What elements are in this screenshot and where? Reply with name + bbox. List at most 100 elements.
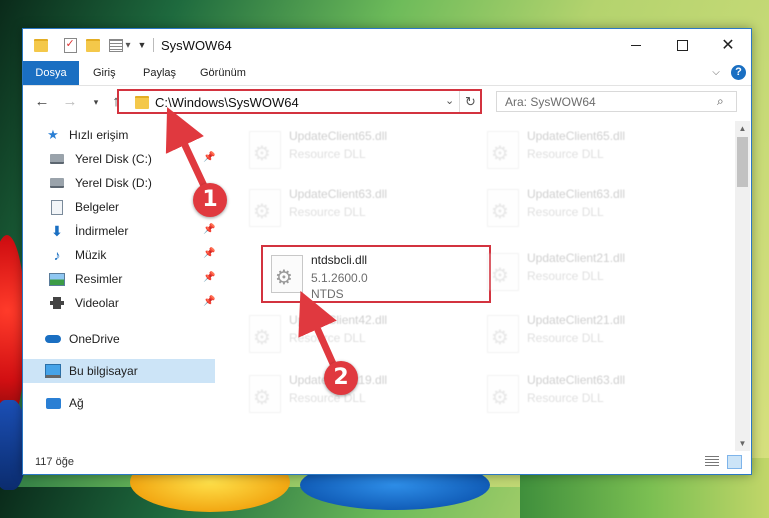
scrollbar-thumb[interactable]	[737, 137, 748, 187]
status-bar: 117 öğe	[23, 451, 751, 473]
file-type: Resource DLL	[527, 147, 604, 161]
file-type: Resource DLL	[289, 391, 366, 405]
file-list: ⚙ UpdateClient65.dll Resource DLL ⚙ Upda…	[231, 121, 736, 451]
tab-home[interactable]: Giriş	[93, 61, 116, 85]
back-arrow-icon[interactable]: ←	[33, 93, 51, 111]
disk-icon	[49, 152, 65, 166]
sidebar-item-downloads[interactable]: ⬇ İndirmeler 📌	[23, 219, 215, 243]
search-icon[interactable]: ⌕	[717, 94, 724, 109]
dll-file-icon: ⚙	[249, 131, 281, 169]
item-count: 117 öğe	[35, 456, 74, 468]
search-input[interactable]: Ara: SysWOW64 ⌕	[496, 91, 737, 112]
tab-view[interactable]: Görünüm	[200, 61, 246, 85]
file-name: UpdateClient21.dll	[527, 313, 626, 327]
properties-icon[interactable]	[63, 37, 77, 53]
sidebar-item-this-pc[interactable]: Bu bilgisayar	[23, 359, 215, 383]
sidebar-item-label: İndirmeler	[75, 224, 129, 238]
file-type: Resource DLL	[527, 205, 604, 219]
dll-file-icon: ⚙	[271, 255, 303, 293]
help-button[interactable]: ?	[731, 65, 746, 80]
file-name: UpdateClient63.dll	[527, 187, 626, 201]
videos-icon	[49, 296, 65, 310]
ribbon-tabs: Dosya Giriş Paylaş Görünüm ⌵ ?	[23, 61, 751, 86]
sidebar-item-label: Resimler	[75, 272, 123, 286]
forward-arrow-icon[interactable]: →	[61, 93, 79, 111]
sidebar-item-local-disk-c[interactable]: Yerel Disk (C:) 📌	[23, 147, 215, 171]
download-icon: ⬇	[51, 222, 63, 239]
file-type: Resource DLL	[289, 147, 366, 161]
address-path[interactable]: C:\Windows\SysWOW64	[155, 95, 299, 110]
tiles-view-icon[interactable]	[727, 455, 742, 469]
navigation-pane: ★ Hızlı erişim Yerel Disk (C:) 📌 Yerel D…	[23, 121, 215, 451]
file-tile[interactable]: ⚙ UpdateClient65.dll Resource DLL	[477, 121, 707, 179]
tab-share[interactable]: Paylaş	[143, 61, 176, 85]
file-tile[interactable]: ⚙ UpdateClient42.dll Resource DLL	[239, 305, 469, 363]
file-name: UpdateClient21.dll	[527, 251, 626, 265]
file-type: Resource DLL	[289, 205, 366, 219]
maximize-icon	[676, 39, 688, 51]
sidebar-item-documents[interactable]: Belgeler	[23, 195, 215, 219]
dll-file-icon: ⚙	[249, 189, 281, 227]
sidebar-item-local-disk-d[interactable]: Yerel Disk (D:)	[23, 171, 215, 195]
step-1-badge: 1	[193, 183, 227, 217]
file-version: 5.1.2600.0	[311, 271, 368, 285]
folder-icon	[135, 96, 149, 109]
pin-icon[interactable]: 📌	[203, 152, 215, 163]
file-name: ntdsbcli.dll	[311, 253, 368, 267]
new-folder-icon[interactable]	[85, 37, 101, 53]
explorer-window: ▾ ▼ SysWOW64 ✕ Dosya Giriş Paylaş Görünü…	[22, 28, 752, 475]
dll-file-icon: ⚙	[487, 375, 519, 413]
dll-file-icon: ⚙	[249, 375, 281, 413]
tab-file[interactable]: Dosya	[23, 61, 79, 85]
sidebar-item-onedrive[interactable]: OneDrive	[23, 327, 215, 351]
navigation-bar: ← → ▾ ↑ C:\Windows\SysWOW64 ⌄ ↻ Ara: Sys…	[23, 86, 751, 118]
scroll-up-arrow-icon[interactable]: ▲	[735, 121, 750, 136]
file-tile[interactable]: ⚙ UpdateClient63.dll Resource DLL	[477, 365, 707, 423]
title-separator	[153, 38, 154, 52]
sidebar-item-label: Müzik	[75, 248, 107, 262]
sidebar-item-label: Yerel Disk (C:)	[75, 152, 152, 166]
address-bar[interactable]: C:\Windows\SysWOW64 ⌄ ↻	[117, 89, 482, 114]
file-name: UpdateClient42.dll	[289, 313, 388, 327]
dll-file-icon: ⚙	[487, 253, 519, 291]
scroll-down-arrow-icon[interactable]: ▼	[735, 436, 750, 451]
close-button[interactable]: ✕	[705, 29, 751, 61]
step-2-badge: 2	[324, 361, 358, 395]
file-tile-highlighted[interactable]: ⚙ ntdsbcli.dll 5.1.2600.0 NTDS	[261, 245, 491, 303]
pin-icon[interactable]: 📌	[203, 296, 215, 307]
address-dropdown-chevron-icon[interactable]: ⌄	[445, 94, 454, 107]
customize-toolbar-chevron-icon[interactable]: ▼	[137, 37, 147, 53]
window-title: SysWOW64	[161, 38, 232, 53]
file-name: UpdateClient65.dll	[289, 129, 388, 143]
refresh-icon[interactable]: ↻	[459, 91, 481, 112]
sidebar-item-label: Videolar	[75, 296, 119, 310]
music-icon: ♪	[53, 247, 61, 263]
sidebar-item-network[interactable]: Ağ	[23, 391, 215, 415]
view-options-icon[interactable]: ▾	[107, 37, 133, 53]
file-tile[interactable]: ⚙ UpdateClient63.dll Resource DLL	[477, 179, 707, 237]
file-tile[interactable]: ⚙ UpdateClient21.dll Resource DLL	[477, 243, 707, 301]
file-name: UpdateClient65.dll	[527, 129, 626, 143]
dll-file-icon: ⚙	[249, 315, 281, 353]
sidebar-item-quick-access[interactable]: ★ Hızlı erişim	[23, 123, 215, 147]
expand-ribbon-chevron-icon[interactable]: ⌵	[709, 66, 723, 80]
sidebar-item-label: Ağ	[69, 396, 84, 410]
pin-icon[interactable]: 📌	[203, 248, 215, 259]
sidebar-item-videos[interactable]: Videolar 📌	[23, 291, 215, 315]
pictures-icon	[49, 272, 65, 286]
maximize-button[interactable]	[659, 29, 705, 61]
computer-icon	[45, 364, 61, 378]
file-tile[interactable]: ⚙ UpdateClient65.dll Resource DLL	[239, 121, 469, 179]
file-tile[interactable]: ⚙ UpdateClient63.dll Resource DLL	[239, 179, 469, 237]
details-view-icon[interactable]	[705, 456, 719, 468]
pin-icon[interactable]: 📌	[203, 224, 215, 235]
minimize-button[interactable]	[613, 29, 659, 61]
file-name: UpdateClient63.dll	[289, 187, 388, 201]
recent-locations-chevron-icon[interactable]: ▾	[87, 93, 105, 111]
vertical-scrollbar[interactable]: ▲ ▼	[735, 121, 750, 451]
dll-file-icon: ⚙	[487, 189, 519, 227]
pin-icon[interactable]: 📌	[203, 272, 215, 283]
file-tile[interactable]: ⚙ UpdateClient21.dll Resource DLL	[477, 305, 707, 363]
sidebar-item-pictures[interactable]: Resimler 📌	[23, 267, 215, 291]
sidebar-item-music[interactable]: ♪ Müzik 📌	[23, 243, 216, 267]
